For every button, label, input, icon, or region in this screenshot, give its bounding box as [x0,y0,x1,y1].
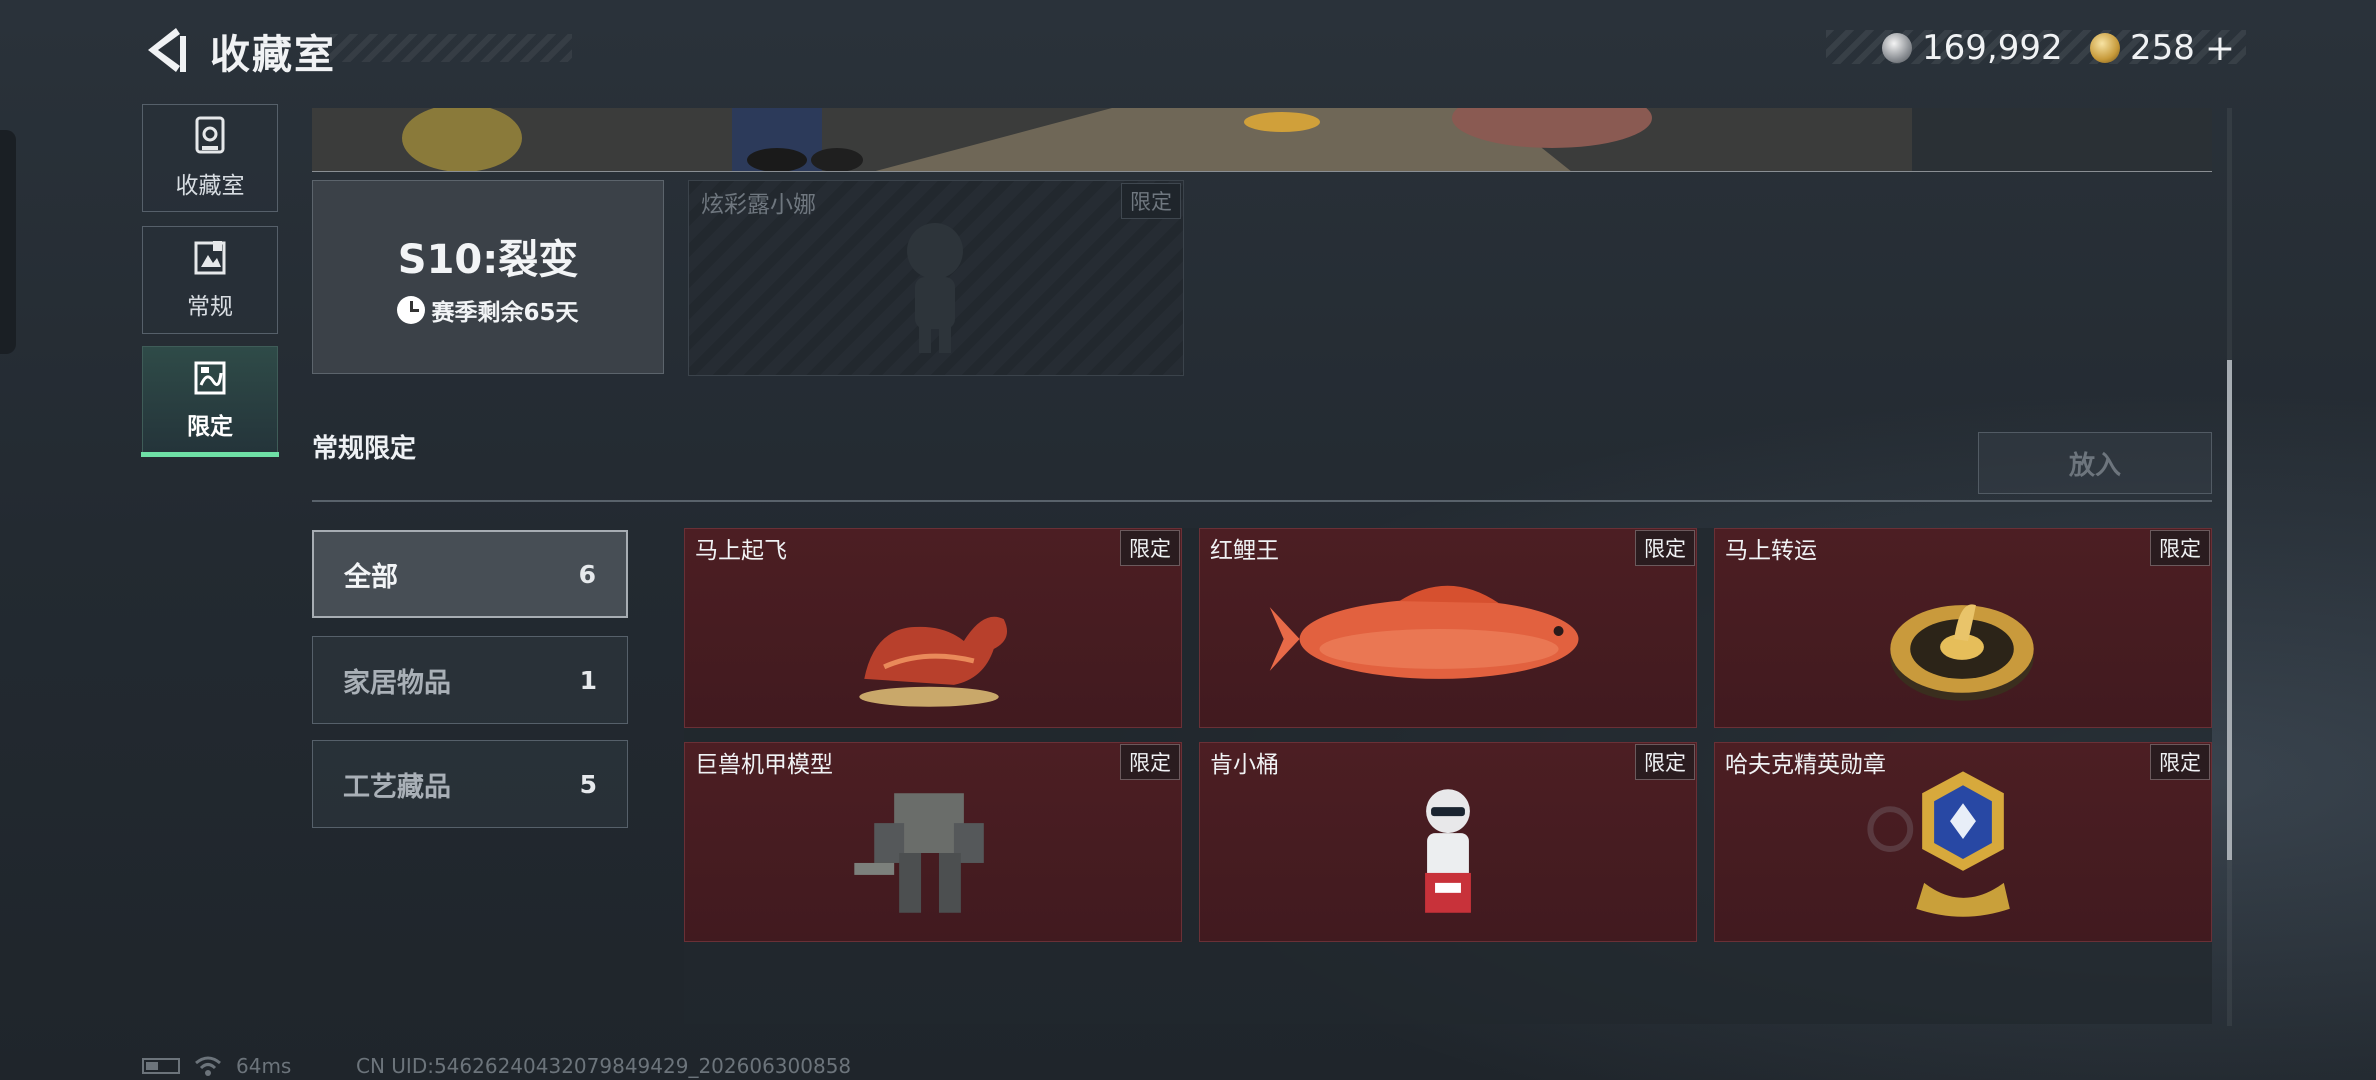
scrollbar-thumb[interactable] [2227,360,2232,860]
golden-wheel-icon [1890,604,2034,701]
section-title: 常规限定 [312,434,417,464]
horse-statue-icon [859,616,1008,707]
filter-label: 全部 [344,561,398,593]
battery-icon [142,1058,180,1074]
item-name: 炫彩露小娜 [701,192,816,218]
edge-handle[interactable] [0,130,16,354]
filter-crafts[interactable]: 工艺藏品 5 [312,740,628,828]
item-card[interactable]: 马上起飞 限定 [684,528,1182,728]
item-card[interactable]: 肯小桶 限定 [1199,742,1697,942]
red-carp-icon [1269,585,1579,679]
elite-medal-icon [1867,771,2010,917]
sidebar-item-collection-room[interactable]: 收藏室 [142,104,278,212]
wifi-icon [195,1056,221,1076]
season-remaining-text: 赛季剩余65天 [431,300,579,326]
section-divider [312,500,2212,502]
sidebar-item-limited[interactable]: 限定 [141,346,279,457]
add-currency-button[interactable]: + [2205,28,2235,69]
back-button[interactable] [140,22,192,78]
mech-model-icon [854,793,984,913]
silver-coin-icon [1882,33,1912,63]
ping-text: 64ms [236,1054,292,1078]
sidebar-item-label: 限定 [187,414,233,440]
filter-count: 6 [578,559,596,589]
status-bar: 64ms [142,1054,291,1078]
gold-coin-icon [2090,33,2120,63]
regular-icon [194,241,226,275]
filter-count: 5 [579,769,597,799]
filter-label: 家居物品 [343,667,451,699]
filter-home-items[interactable]: 家居物品 1 [312,636,628,724]
gold-currency: 258 + [2090,28,2235,69]
season-remaining: 赛季剩余65天 [397,293,579,327]
page-title: 收藏室 [210,32,336,78]
sidebar-item-regular[interactable]: 常规 [142,226,278,334]
clock-icon [397,296,426,324]
season-name: S10:裂变 [397,237,579,283]
silver-currency: 169,992 [1882,28,2063,68]
item-card[interactable]: 红鲤王 限定 [1199,528,1697,728]
put-in-button[interactable]: 放入 [1978,432,2212,494]
collection-banner-image [312,108,2212,172]
silver-amount: 169,992 [1922,28,2063,68]
banner-scene-illustration [312,108,2212,171]
filter-label: 工艺藏品 [343,771,451,803]
item-card[interactable]: 马上转运 限定 [1714,528,2212,728]
collection-room-icon [195,116,225,154]
title-decoration [330,34,572,62]
uid-text: CN UID:5462624043207984942​9_20260630085… [356,1054,852,1078]
sidebar-item-label: 常规 [187,294,233,320]
filter-all[interactable]: 全部 6 [312,530,628,618]
filter-count: 1 [579,665,597,695]
limited-badge: 限定 [1121,183,1181,219]
back-arrow-icon [148,28,186,72]
locked-figure-silhouette-icon [907,223,963,353]
limited-icon [194,361,226,395]
gold-amount: 258 [2130,28,2195,68]
locked-item-card[interactable]: 炫彩露小娜 限定 [688,180,1184,376]
season-card[interactable]: S10:裂变 赛季剩余65天 [312,180,664,374]
kfc-figure-icon [1425,789,1471,913]
item-card[interactable]: 哈夫克精英勋章 限定 [1714,742,2212,942]
sidebar-item-label: 收藏室 [175,173,245,199]
item-card[interactable]: 巨兽机甲模型 限定 [684,742,1182,942]
